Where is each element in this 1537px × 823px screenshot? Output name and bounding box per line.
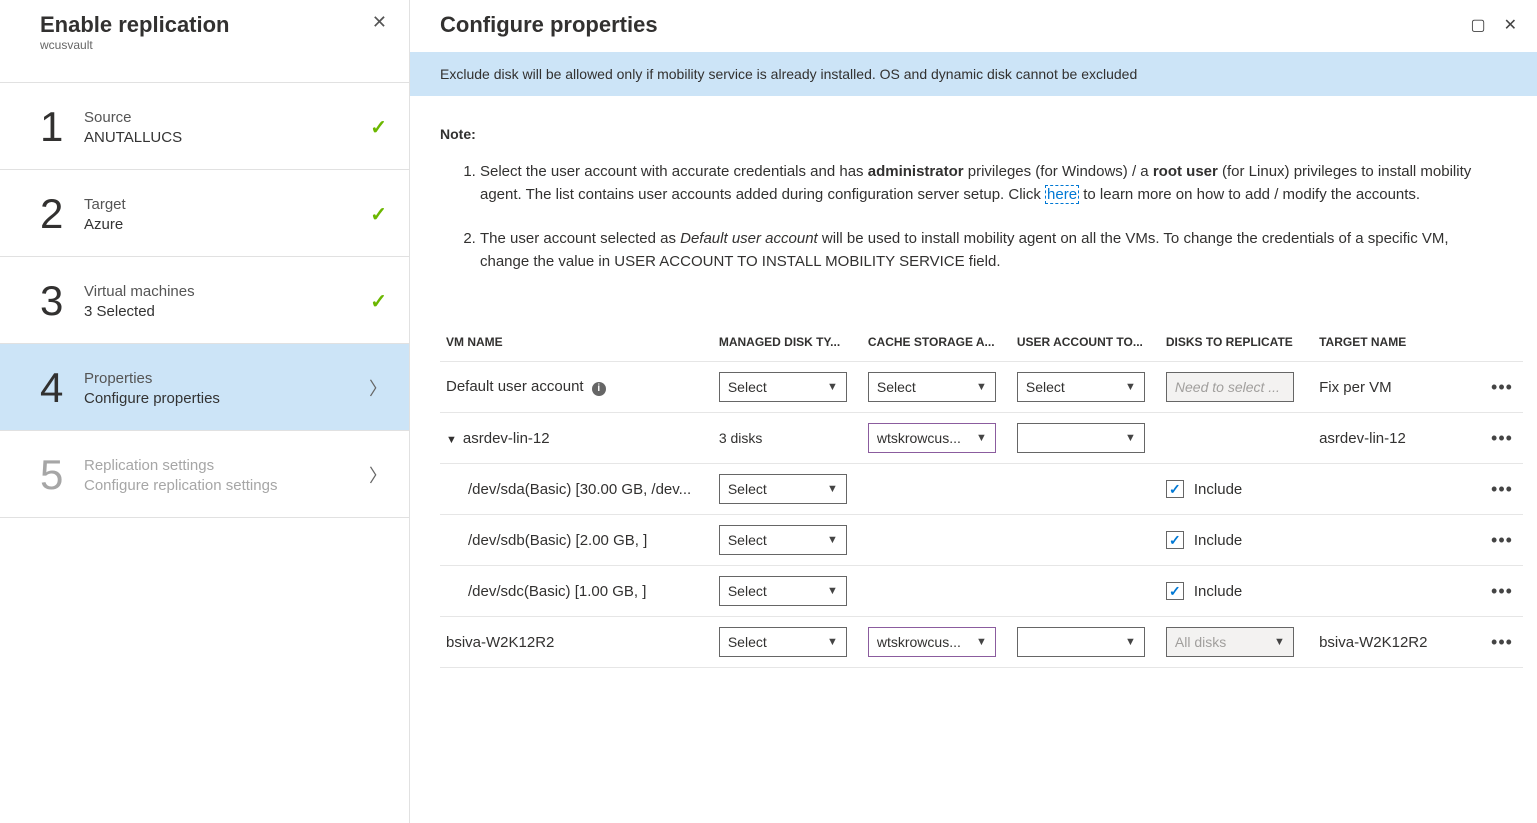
chevron-down-icon: ▼ (976, 636, 987, 648)
content-panel: Configure properties ▢ ✕ Exclude disk wi… (410, 0, 1537, 823)
row-disk-sda: /dev/sda(Basic) [30.00 GB, /dev... Selec… (440, 464, 1523, 515)
more-icon[interactable]: ••• (1491, 479, 1513, 499)
chevron-down-icon: ▼ (827, 483, 838, 495)
expand-toggle-icon[interactable]: ▼ (446, 434, 457, 446)
col-disktype: MANAGED DISK TY... (713, 323, 862, 362)
info-icon[interactable]: i (592, 382, 606, 396)
check-icon: ✓ (370, 202, 387, 227)
select-disktype-sdc[interactable]: Select▼ (719, 576, 847, 606)
select-disks-vm2: All disks▼ (1166, 627, 1294, 657)
learn-more-link[interactable]: here (1045, 185, 1079, 204)
note-block: Note: Select the user account with accur… (410, 96, 1537, 307)
step-vms[interactable]: 3 Virtual machines 3 Selected ✓ (0, 256, 409, 343)
select-cache-vm2[interactable]: wtskrowcus...▼ (868, 627, 996, 657)
check-icon: ✓ (370, 289, 387, 314)
more-icon[interactable]: ••• (1491, 530, 1513, 550)
chevron-down-icon: ▼ (827, 534, 838, 546)
col-targetname: TARGET NAME (1313, 323, 1481, 362)
more-icon[interactable]: ••• (1491, 377, 1513, 397)
properties-table: VM NAME MANAGED DISK TY... CACHE STORAGE… (440, 323, 1523, 668)
select-disks-disabled: Need to select ... (1166, 372, 1294, 402)
page-title: Configure properties (440, 12, 658, 38)
checkbox-checked-icon (1166, 480, 1184, 498)
wizard-subtitle: wcusvault (40, 38, 230, 52)
include-checkbox-sdc[interactable]: Include (1166, 582, 1242, 600)
include-checkbox-sdb[interactable]: Include (1166, 531, 1242, 549)
check-icon: ✓ (370, 115, 387, 140)
select-disktype-vm2[interactable]: Select▼ (719, 627, 847, 657)
step-target[interactable]: 2 Target Azure ✓ (0, 169, 409, 256)
row-default-account: Default user account i Select▼ Select▼ S… (440, 362, 1523, 413)
maximize-icon[interactable]: ▢ (1470, 15, 1485, 35)
select-cache[interactable]: Select▼ (868, 372, 996, 402)
row-vm-bsiva: bsiva-W2K12R2 Select▼ wtskrowcus...▼ ▼ A… (440, 617, 1523, 668)
select-disktype-sda[interactable]: Select▼ (719, 474, 847, 504)
chevron-down-icon: ▼ (1125, 432, 1136, 444)
step-replication-settings: 5 Replication settings Configure replica… (0, 430, 409, 518)
chevron-down-icon: ▼ (1125, 381, 1136, 393)
select-user[interactable]: Select▼ (1017, 372, 1145, 402)
select-disktype-sdb[interactable]: Select▼ (719, 525, 847, 555)
chevron-down-icon: ▼ (976, 432, 987, 444)
row-disk-sdc: /dev/sdc(Basic) [1.00 GB, ] Select▼ Incl… (440, 566, 1523, 617)
info-banner: Exclude disk will be allowed only if mob… (410, 52, 1537, 96)
checkbox-checked-icon (1166, 531, 1184, 549)
more-icon[interactable]: ••• (1491, 428, 1513, 448)
select-cache-vm1[interactable]: wtskrowcus...▼ (868, 423, 996, 453)
step-source[interactable]: 1 Source ANUTALLUCS ✓ (0, 82, 409, 169)
wizard-steps-panel: Enable replication wcusvault ✕ 1 Source … (0, 0, 410, 823)
col-replicate: DISKS TO REPLICATE (1160, 323, 1313, 362)
chevron-right-icon: 〉 (369, 462, 387, 488)
chevron-down-icon: ▼ (1274, 636, 1285, 648)
select-user-vm1[interactable]: ▼ (1017, 423, 1145, 453)
chevron-down-icon: ▼ (827, 585, 838, 597)
row-disk-sdb: /dev/sdb(Basic) [2.00 GB, ] Select▼ Incl… (440, 515, 1523, 566)
checkbox-checked-icon (1166, 582, 1184, 600)
wizard-title: Enable replication (40, 12, 230, 38)
note-item-1: Select the user account with accurate cr… (480, 160, 1501, 207)
close-icon[interactable]: ✕ (372, 12, 387, 33)
chevron-down-icon: ▼ (976, 381, 987, 393)
chevron-down-icon: ▼ (827, 636, 838, 648)
more-icon[interactable]: ••• (1491, 632, 1513, 652)
chevron-right-icon: 〉 (369, 375, 387, 401)
more-icon[interactable]: ••• (1491, 581, 1513, 601)
col-user: USER ACCOUNT TO... (1011, 323, 1160, 362)
select-disktype[interactable]: Select▼ (719, 372, 847, 402)
close-icon[interactable]: ✕ (1504, 15, 1517, 35)
chevron-down-icon: ▼ (827, 381, 838, 393)
note-heading: Note: (440, 126, 1501, 142)
include-checkbox-sda[interactable]: Include (1166, 480, 1242, 498)
step-properties[interactable]: 4 Properties Configure properties 〉 (0, 343, 409, 430)
chevron-down-icon: ▼ (1125, 636, 1136, 648)
col-vmname: VM NAME (440, 323, 713, 362)
note-item-2: The user account selected as Default use… (480, 227, 1501, 274)
col-cache: CACHE STORAGE A... (862, 323, 1011, 362)
select-user-vm2[interactable]: ▼ (1017, 627, 1145, 657)
row-vm-asrdev: ▼asrdev-lin-12 3 disks wtskrowcus...▼ ▼ … (440, 413, 1523, 464)
